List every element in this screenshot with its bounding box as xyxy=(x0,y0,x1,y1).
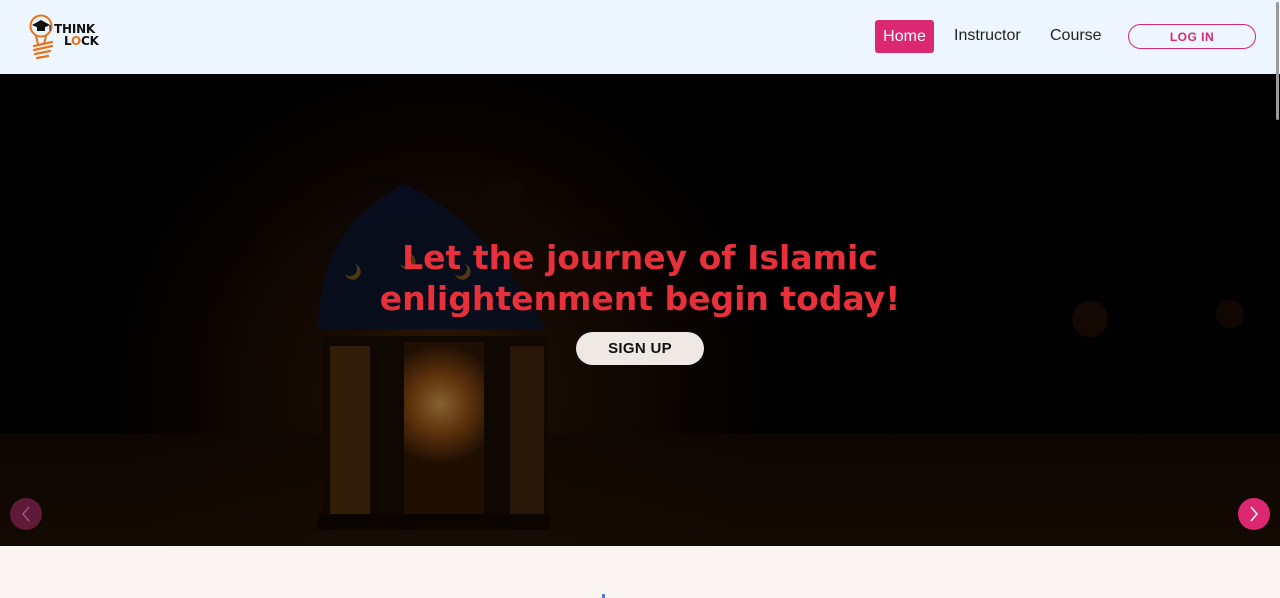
think-lock-logo[interactable]: THINK LOCK xyxy=(28,14,106,60)
nav-course-link[interactable]: Course xyxy=(1050,26,1102,46)
carousel-prev-button[interactable] xyxy=(10,498,42,530)
decorative-mark xyxy=(602,594,605,598)
logo-wordmark: THINK LOCK xyxy=(54,23,99,47)
content-section xyxy=(0,546,1280,598)
hero-carousel: Let the journey of Islamic enlightenment… xyxy=(0,74,1280,546)
carousel-next-button[interactable] xyxy=(1238,498,1270,530)
page-scrollbar[interactable] xyxy=(1274,0,1280,598)
signup-button[interactable]: SIGN UP xyxy=(576,332,704,365)
hero-title: Let the journey of Islamic enlightenment… xyxy=(379,238,901,318)
scrollbar-thumb[interactable] xyxy=(1276,2,1279,120)
nav-instructor-link[interactable]: Instructor xyxy=(954,26,1021,46)
chevron-left-icon xyxy=(22,506,30,522)
nav-home-button[interactable]: Home xyxy=(875,20,934,53)
chevron-right-icon xyxy=(1250,506,1258,522)
site-header: THINK LOCK Home Instructor Course LOG IN xyxy=(0,0,1280,74)
logo-line-2: LOCK xyxy=(64,34,99,48)
login-button[interactable]: LOG IN xyxy=(1128,24,1256,49)
